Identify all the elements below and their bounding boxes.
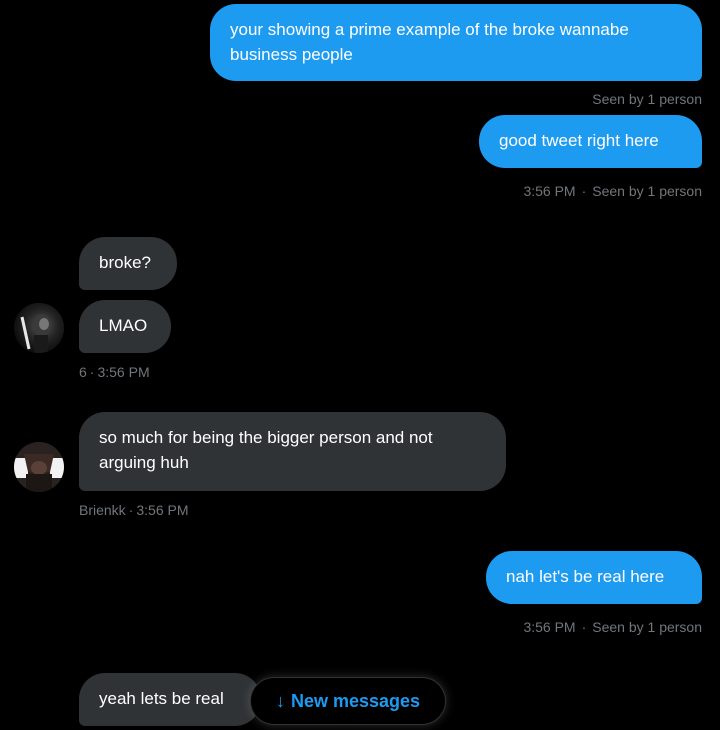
new-messages-label: New messages	[290, 690, 421, 711]
message-text: nah let's be real here	[506, 567, 665, 586]
message-meta: 3:56 PM · Seen by 1 person	[523, 618, 702, 636]
arrow-down-icon: ↓	[275, 691, 285, 711]
message-meta: Brienkk · 3:56 PM	[79, 501, 189, 519]
message-meta: 6 · 3:56 PM	[79, 363, 150, 381]
seen-status: Seen by 1 person	[592, 619, 702, 635]
message-text: LMAO	[99, 316, 148, 335]
avatar-image	[14, 303, 64, 353]
message-bubble-outgoing[interactable]: good tweet right here	[479, 115, 702, 168]
message-text: good tweet right here	[499, 131, 659, 150]
message-meta: 3:56 PM · Seen by 1 person	[523, 182, 702, 200]
sender-name[interactable]: Brienkk	[79, 502, 126, 518]
message-text: so much for being the bigger person and …	[99, 428, 433, 472]
message-bubble-incoming[interactable]: so much for being the bigger person and …	[79, 412, 506, 491]
message-bubble-outgoing[interactable]: nah let's be real here	[486, 551, 702, 604]
message-meta: Seen by 1 person	[592, 90, 702, 108]
timestamp: 3:56 PM	[97, 364, 150, 380]
message-bubble-incoming[interactable]: LMAO	[79, 300, 171, 353]
sender-name[interactable]: 6	[79, 364, 87, 380]
avatar-user-brienkk[interactable]	[14, 442, 64, 492]
message-text: your showing a prime example of the brok…	[230, 20, 629, 64]
separator-dot: ·	[581, 619, 587, 635]
message-bubble-outgoing[interactable]: your showing a prime example of the brok…	[210, 4, 702, 81]
avatar-image	[14, 442, 64, 492]
timestamp: 3:56 PM	[136, 502, 189, 518]
timestamp: 3:56 PM	[523, 619, 576, 635]
dm-conversation: your showing a prime example of the brok…	[0, 0, 720, 730]
avatar-user-6[interactable]	[14, 303, 64, 353]
seen-status: Seen by 1 person	[592, 183, 702, 199]
message-bubble-incoming[interactable]: yeah lets be real	[79, 673, 261, 726]
message-text: broke?	[99, 253, 151, 272]
message-bubble-incoming[interactable]: broke?	[79, 237, 177, 290]
message-text: yeah lets be real	[99, 689, 224, 708]
timestamp: 3:56 PM	[523, 183, 576, 199]
separator-dot: ·	[89, 364, 95, 380]
separator-dot: ·	[128, 502, 134, 518]
new-messages-button[interactable]: ↓ New messages	[250, 677, 446, 725]
separator-dot: ·	[581, 183, 587, 199]
seen-status: Seen by 1 person	[592, 91, 702, 107]
